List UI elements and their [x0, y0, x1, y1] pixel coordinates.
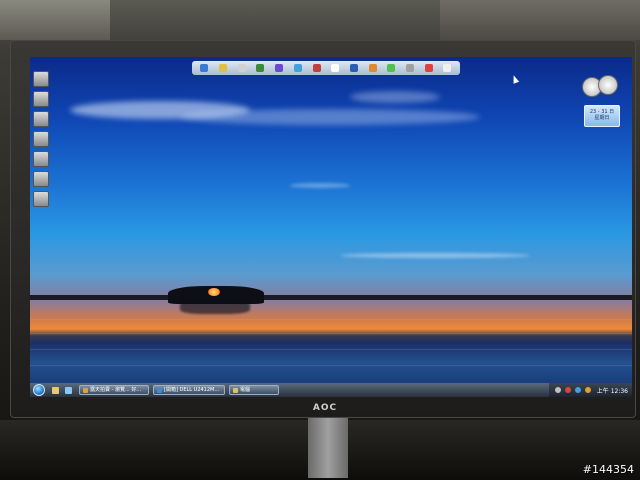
tray-icon[interactable]: [554, 387, 561, 393]
calendar-gadget-icon[interactable]: 23 - 31 日 星期日: [584, 105, 620, 127]
cloud: [350, 91, 440, 103]
island-reflection: [180, 300, 250, 314]
tray-icon[interactable]: [574, 387, 581, 393]
taskbar: 露天拍賣 - 瀏覽... 好... [開箱] DELL U2412M... 電腦…: [30, 383, 632, 397]
desktop-icon[interactable]: [33, 151, 49, 167]
taskbar-button[interactable]: 露天拍賣 - 瀏覽... 好...: [79, 385, 149, 395]
system-tray: 上午 12:36: [548, 383, 632, 397]
cloud: [180, 109, 480, 125]
desktop-icon-column: [30, 67, 52, 211]
task-icon: [157, 387, 162, 393]
start-orb-icon[interactable]: [33, 384, 45, 396]
desktop-icon[interactable]: [33, 91, 49, 107]
task-label: [開箱] DELL U2412M...: [164, 387, 220, 393]
wall-top-right: [440, 0, 640, 40]
toolbar-icon[interactable]: [200, 64, 209, 72]
toolbar-icon[interactable]: [237, 64, 246, 72]
clock-dial: [598, 75, 618, 95]
task-icon: [83, 387, 88, 393]
cursor-icon: [510, 74, 520, 84]
sun-icon: [208, 288, 220, 296]
task-icon: [233, 387, 238, 393]
water-ripple: [30, 349, 632, 350]
calendar-text: 23 - 31 日 星期日: [589, 109, 615, 121]
water-ripple: [30, 365, 632, 366]
toolbar-icon[interactable]: [256, 64, 265, 72]
toolbar-icon[interactable]: [331, 64, 340, 72]
toolbar-icon[interactable]: [349, 64, 358, 72]
desktop-icon[interactable]: [33, 191, 49, 207]
quick-launch-toolbar: [192, 61, 460, 75]
taskbar-button[interactable]: [開箱] DELL U2412M...: [153, 385, 225, 395]
watermark: #144354: [582, 463, 634, 476]
water-ripple: [30, 333, 632, 334]
taskbar-button[interactable]: 電腦: [229, 385, 279, 395]
shelf: [0, 0, 110, 40]
quick-launch-icon[interactable]: [65, 386, 72, 394]
cloud: [340, 253, 530, 258]
clock-gadget-icon[interactable]: [582, 75, 620, 97]
toolbar-icon[interactable]: [424, 64, 433, 72]
toolbar-icon[interactable]: [293, 64, 302, 72]
monitor-brand-logo: AOC: [312, 403, 338, 413]
horizon: [30, 295, 632, 300]
toolbar-icon[interactable]: [443, 64, 452, 72]
monitor-stand: [308, 418, 348, 478]
toolbar-icon[interactable]: [387, 64, 396, 72]
toolbar-icon[interactable]: [275, 64, 284, 72]
tray-icon[interactable]: [564, 387, 571, 393]
taskbar-clock[interactable]: 上午 12:36: [597, 386, 628, 395]
tray-icon[interactable]: [584, 387, 591, 393]
toolbar-icon[interactable]: [312, 64, 321, 72]
task-label: 電腦: [240, 387, 251, 393]
quick-launch-icon[interactable]: [52, 386, 59, 394]
cloud: [290, 183, 350, 188]
toolbar-icon[interactable]: [219, 64, 228, 72]
toolbar-icon[interactable]: [368, 64, 377, 72]
desktop-icon[interactable]: [33, 111, 49, 127]
desktop-icon[interactable]: [33, 131, 49, 147]
desktop-icon[interactable]: [33, 171, 49, 187]
desktop-icon[interactable]: [33, 71, 49, 87]
task-label: 露天拍賣 - 瀏覽... 好...: [90, 387, 142, 393]
monitor-screen: 23 - 31 日 星期日 露天拍賣 - 瀏覽... 好... [開箱] DEL…: [30, 57, 632, 397]
toolbar-icon[interactable]: [406, 64, 415, 72]
water-ripple: [30, 319, 632, 320]
